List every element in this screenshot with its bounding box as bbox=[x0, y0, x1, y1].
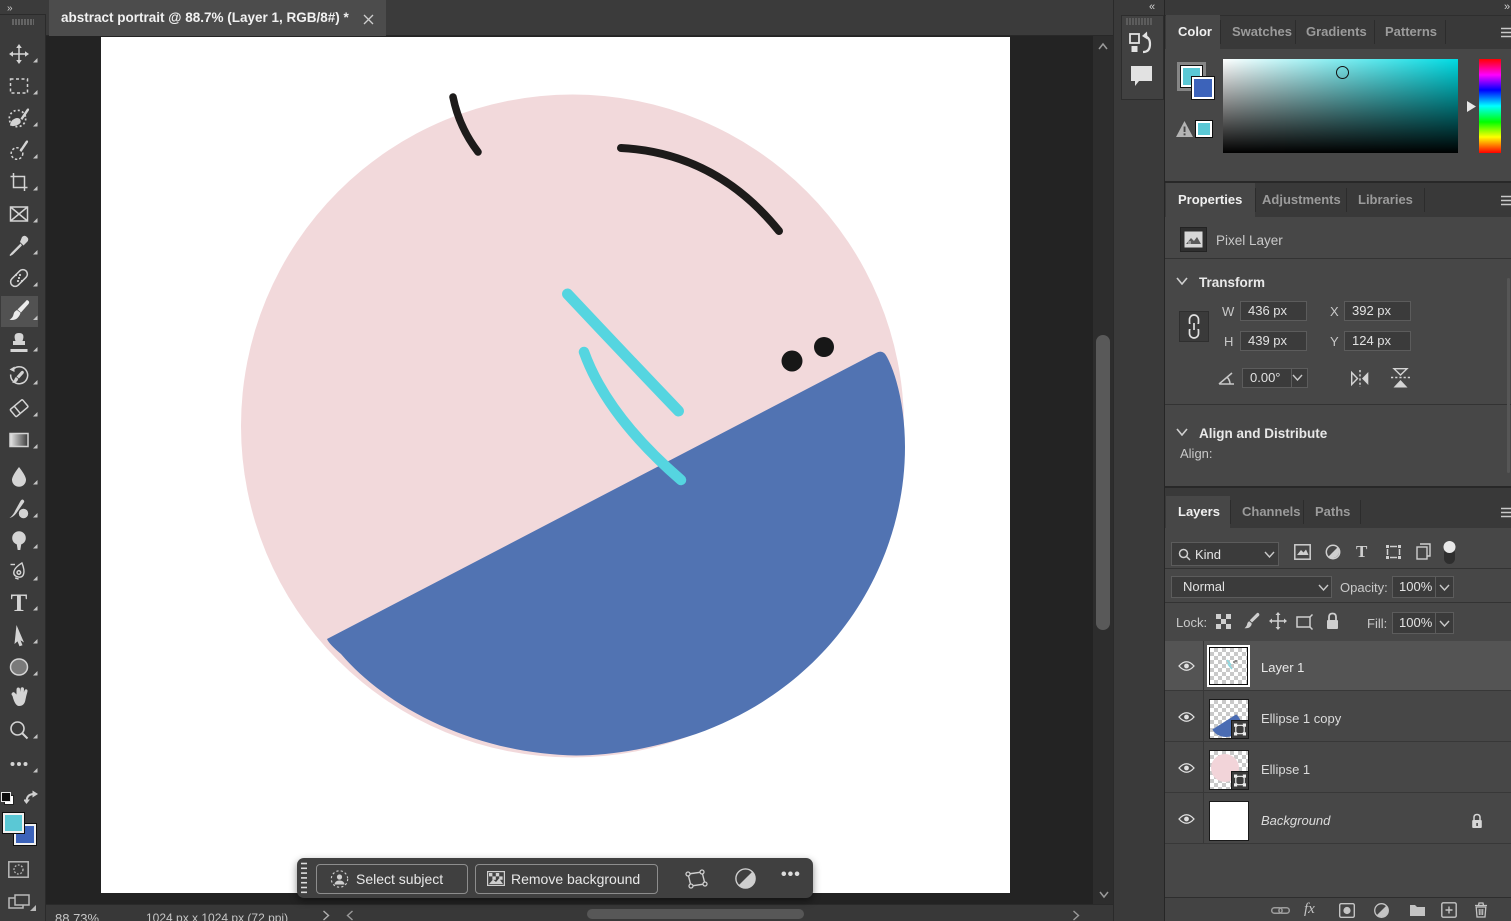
svg-text:T: T bbox=[11, 590, 28, 617]
